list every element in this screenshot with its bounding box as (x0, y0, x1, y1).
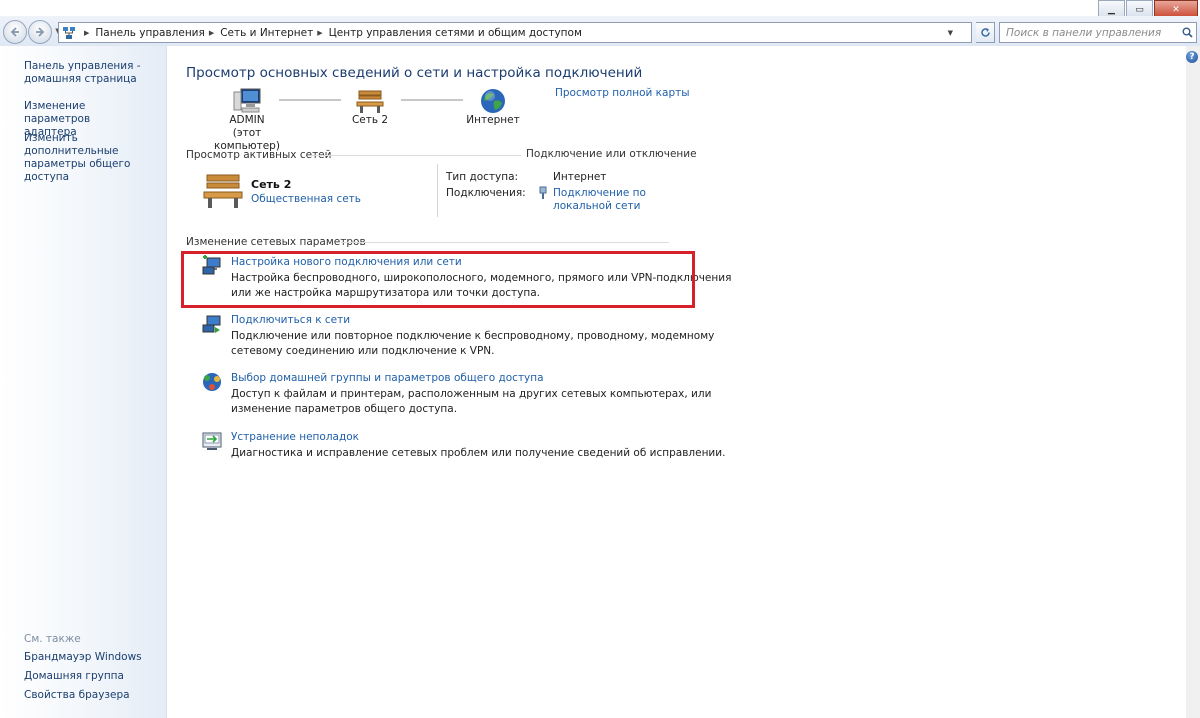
globe-icon (481, 89, 505, 113)
minimize-icon: ▁ (1108, 4, 1115, 15)
local-connection-line2: локальной сети (553, 200, 641, 212)
connect-to-network-icon (202, 315, 221, 333)
change-settings-header: Изменение сетевых параметров (186, 236, 366, 248)
section-divider (311, 155, 521, 156)
sidebar-link-browser-properties[interactable]: Свойства браузера (24, 689, 164, 702)
task-homegroup-desc: Доступ к файлам и принтерам, расположенн… (231, 387, 711, 417)
network-node-name: Сеть 2 (351, 114, 389, 126)
breadcrumb-separator-icon[interactable]: ▶ (84, 29, 89, 37)
back-button[interactable] (3, 20, 27, 44)
refresh-icon (980, 28, 990, 37)
map-connector (401, 99, 463, 101)
forward-arrow-icon (36, 27, 45, 37)
help-icon[interactable]: ? (1186, 51, 1198, 63)
access-type-label: Тип доступа: (446, 171, 519, 183)
close-icon: ✕ (1172, 4, 1180, 15)
local-connection-link[interactable]: Подключение по локальной сети (553, 187, 646, 213)
task-troubleshoot-desc: Диагностика и исправление сетевых пробле… (231, 447, 726, 459)
page-title: Просмотр основных сведений о сети и наст… (186, 65, 643, 81)
connections-label: Подключения: (446, 187, 526, 199)
breadcrumb-network-center[interactable]: Центр управления сетями и общим доступом (329, 27, 582, 39)
address-dropdown-icon[interactable]: ▼ (948, 23, 953, 42)
search-input[interactable] (1000, 25, 1178, 40)
active-network-name: Сеть 2 (251, 178, 292, 191)
active-networks-header: Просмотр активных сетей (186, 149, 332, 161)
computer-name: ADMIN (229, 114, 265, 126)
troubleshoot-icon (202, 432, 222, 450)
breadcrumb: ▶ Панель управления ▶ Сеть и Интернет ▶ … (80, 27, 582, 39)
sidebar: Панель управления - домашняя страница Из… (0, 46, 167, 718)
breadcrumb-separator-icon[interactable]: ▶ (317, 29, 322, 37)
task-troubleshoot-link[interactable]: Устранение неполадок (231, 431, 359, 443)
network-type-link[interactable]: Общественная сеть (251, 193, 361, 205)
forward-button[interactable] (28, 20, 52, 44)
computer-icon (233, 88, 261, 113)
map-node-computer[interactable]: ADMIN (этот компьютер) (201, 88, 293, 153)
task-desc-line: изменение параметров общего доступа. (231, 403, 458, 415)
refresh-button[interactable] (976, 22, 995, 43)
sidebar-link-advanced-sharing[interactable]: Изменить дополнительные параметры общего… (24, 132, 164, 184)
access-type-value: Интернет (553, 171, 607, 183)
see-also-label: См. также (24, 633, 81, 645)
task-connect-link[interactable]: Подключиться к сети (231, 314, 350, 326)
connect-disconnect-link[interactable]: Подключение или отключение (526, 148, 697, 160)
search-box[interactable] (999, 22, 1197, 43)
task-homegroup-link[interactable]: Выбор домашней группы и параметров общег… (231, 372, 544, 384)
highlight-box (181, 251, 695, 308)
navigation-buttons: ▼ (3, 20, 63, 44)
address-toolbar: ▼ ▶ Панель управления ▶ Сеть и Интернет … (0, 16, 1200, 46)
ethernet-plug-icon (539, 186, 547, 199)
network-center-icon (61, 25, 77, 41)
vertical-divider (437, 164, 438, 217)
task-desc-line: сетевому соединению или подключение к VP… (231, 345, 495, 357)
breadcrumb-network-internet[interactable]: Сеть и Интернет (220, 27, 313, 39)
maximize-icon: ▭ (1135, 4, 1144, 15)
vertical-scrollbar[interactable] (1186, 46, 1200, 718)
sidebar-link-firewall[interactable]: Брандмауэр Windows (24, 651, 164, 664)
section-divider (341, 242, 669, 243)
sidebar-link-homegroup[interactable]: Домашняя группа (24, 670, 164, 683)
bench-icon (203, 174, 243, 208)
map-connector (279, 99, 341, 101)
breadcrumb-separator-icon[interactable]: ▶ (209, 29, 214, 37)
sidebar-link-control-panel-home[interactable]: Панель управления - домашняя страница (24, 60, 164, 86)
task-desc-line: Подключение или повторное подключение к … (231, 330, 715, 342)
homegroup-icon (203, 373, 221, 391)
address-bar[interactable]: ▶ Панель управления ▶ Сеть и Интернет ▶ … (58, 22, 972, 43)
search-icon[interactable] (1178, 27, 1196, 38)
back-arrow-icon (10, 27, 19, 37)
view-full-map-link[interactable]: Просмотр полной карты (555, 87, 690, 99)
local-connection-line1: Подключение по (553, 187, 646, 199)
bench-icon (356, 90, 384, 113)
map-node-network[interactable]: Сеть 2 (346, 88, 394, 127)
task-desc-line: Доступ к файлам и принтерам, расположенн… (231, 388, 712, 400)
internet-node-name: Интернет (466, 114, 520, 126)
breadcrumb-control-panel[interactable]: Панель управления (95, 27, 204, 39)
map-node-internet[interactable]: Интернет (466, 88, 520, 127)
task-connect-desc: Подключение или повторное подключение к … (231, 329, 714, 359)
